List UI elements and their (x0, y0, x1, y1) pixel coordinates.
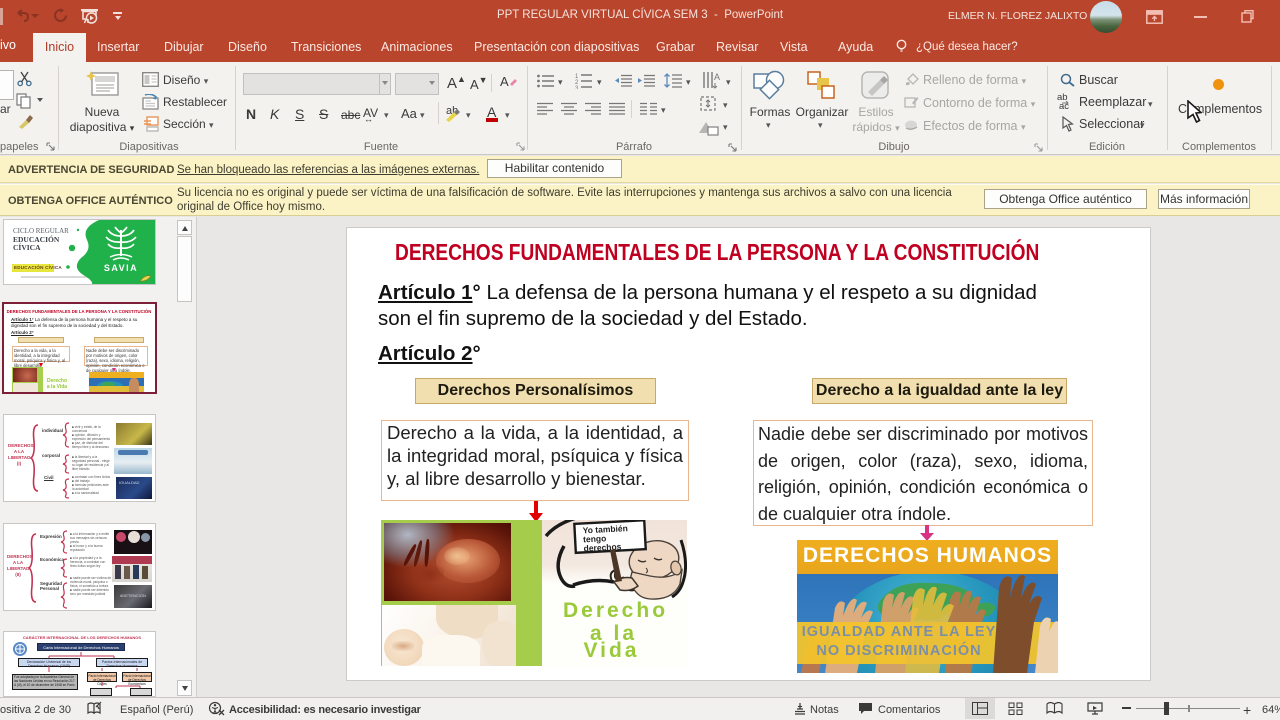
svg-text:A: A (714, 72, 720, 82)
svg-text:3: 3 (575, 86, 579, 89)
svg-text:derechos: derechos (583, 541, 622, 553)
svg-text:A: A (500, 74, 509, 89)
